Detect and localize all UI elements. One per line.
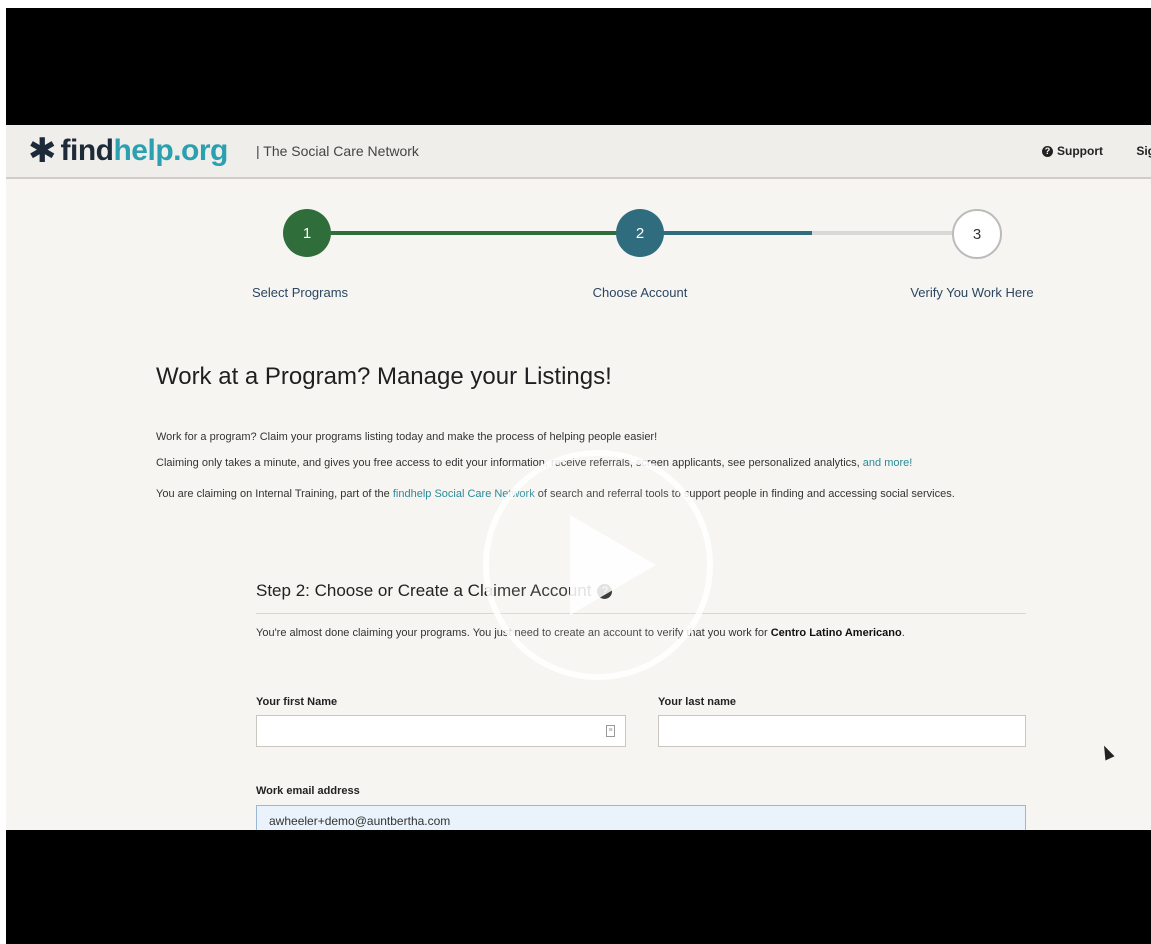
- and-more-link[interactable]: and more!: [863, 457, 913, 469]
- logo-star-icon: ✱: [28, 132, 57, 170]
- logo-text: findhelp.org: [60, 134, 229, 167]
- tagline: | The Social Care Network: [256, 143, 419, 159]
- email-value: awheeler+demo@auntbertha.com: [269, 814, 451, 828]
- stepper-track-complete: [331, 231, 623, 235]
- step-2-label: Choose Account: [592, 285, 688, 300]
- top-navbar: ✱ findhelp.org | The Social Care Network…: [6, 125, 1151, 179]
- first-name-input[interactable]: ≡: [256, 715, 626, 747]
- question-circle-icon: ?: [1042, 145, 1053, 157]
- support-label: Support: [1057, 144, 1103, 158]
- mouse-cursor-icon: [1099, 743, 1115, 761]
- stepper-track-pending: [812, 231, 952, 235]
- stepper-track-current: [658, 231, 812, 235]
- page-title: Work at a Program? Manage your Listings!: [156, 363, 612, 390]
- contact-card-icon[interactable]: ≡: [606, 725, 615, 737]
- intro-paragraph-3-text-a: You are claiming on Internal Training, p…: [156, 488, 393, 500]
- play-icon[interactable]: [478, 445, 718, 685]
- form-intro-end: .: [901, 627, 905, 639]
- email-label: Work email address: [256, 785, 360, 797]
- first-name-label: Your first Name: [256, 696, 338, 708]
- step-1-label: Select Programs: [251, 285, 349, 300]
- progress-stepper: 1 2 3 Select Programs Choose Account Ver…: [6, 177, 1151, 327]
- findhelp-logo[interactable]: ✱ findhelp.org: [28, 134, 228, 168]
- step-2-circle: 2: [616, 209, 664, 257]
- email-input[interactable]: awheeler+demo@auntbertha.com: [256, 805, 1026, 830]
- signin-link[interactable]: Sig: [1136, 144, 1151, 158]
- step-3-label: Verify You Work Here: [910, 285, 1034, 300]
- support-link[interactable]: ? Support: [1042, 144, 1103, 158]
- last-name-input[interactable]: [658, 715, 1026, 747]
- last-name-label: Your last name: [658, 696, 737, 708]
- organization-name: Centro Latino Americano: [770, 627, 902, 639]
- video-frame: ✱ findhelp.org | The Social Care Network…: [6, 8, 1151, 944]
- browser-viewport: ✱ findhelp.org | The Social Care Network…: [6, 125, 1151, 830]
- step-1-circle: 1: [283, 209, 331, 257]
- intro-paragraph-1: Work for a program? Claim your programs …: [156, 431, 658, 443]
- step-3-circle: 3: [952, 209, 1002, 259]
